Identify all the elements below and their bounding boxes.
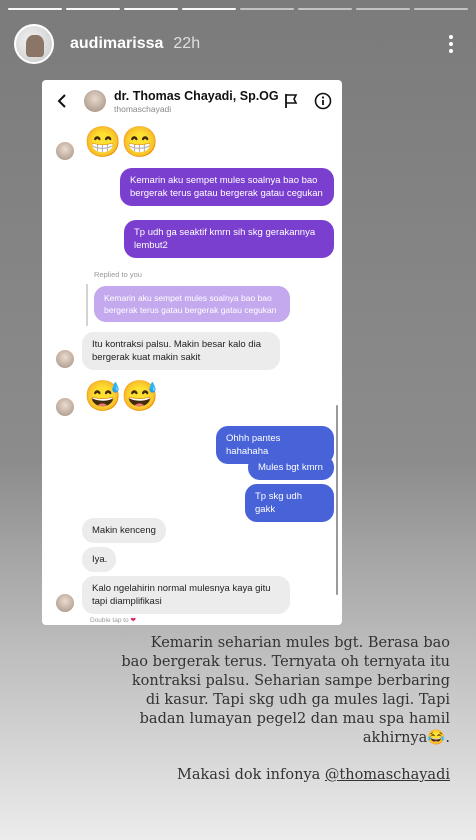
replied-label: Replied to you xyxy=(94,270,142,279)
story-time: 22h xyxy=(173,35,201,52)
more-icon[interactable] xyxy=(440,29,462,59)
incoming-message[interactable]: Itu kontraksi palsu. Makin besar kalo di… xyxy=(82,332,280,370)
caption-thanks: Makasi dok infonya @thomaschayadi xyxy=(120,766,450,785)
story-avatar[interactable] xyxy=(14,24,54,64)
contact-info[interactable]: dr. Thomas Chayadi, Sp.OG thomaschayadi xyxy=(114,89,279,114)
emoji-message[interactable]: 😅😅 xyxy=(84,382,159,412)
incoming-message[interactable]: Iya. xyxy=(82,547,116,572)
story-progress-segment xyxy=(414,8,468,10)
double-tap-hint: Double tap to ❤ xyxy=(90,616,136,624)
caption-thanks-text: Makasi dok infonya xyxy=(177,767,325,783)
incoming-message[interactable]: Makin kenceng xyxy=(82,518,166,543)
contact-name: dr. Thomas Chayadi, Sp.OG xyxy=(114,88,279,103)
contact-handle: thomaschayadi xyxy=(114,103,172,114)
chat-topbar: dr. Thomas Chayadi, Sp.OG thomaschayadi xyxy=(42,80,342,122)
story-header: audimarissa 22h xyxy=(14,22,462,66)
heart-icon: ❤ xyxy=(130,617,136,624)
story-username[interactable]: audimarissa xyxy=(70,35,163,53)
contact-mini-avatar xyxy=(56,350,74,368)
dm-screenshot: dr. Thomas Chayadi, Sp.OG thomaschayadi … xyxy=(42,80,342,625)
contact-mini-avatar xyxy=(56,142,74,160)
back-arrow-icon[interactable] xyxy=(52,91,72,111)
outgoing-message[interactable]: Mules bgt kmrn xyxy=(248,455,334,480)
flag-icon[interactable] xyxy=(282,92,300,110)
mention-link[interactable]: @thomaschayadi xyxy=(325,767,450,783)
info-icon[interactable] xyxy=(314,92,332,110)
story-progress-segment xyxy=(66,8,120,10)
scrollbar[interactable] xyxy=(336,405,338,595)
story-progress-segment xyxy=(124,8,178,10)
story-progress-segment xyxy=(298,8,352,10)
caption-body: Kemarin seharian mules bgt. Berasa bao b… xyxy=(121,635,450,746)
story-progress-segment xyxy=(8,8,62,10)
story-progress-segment xyxy=(240,8,294,10)
story-caption: Kemarin seharian mules bgt. Berasa bao b… xyxy=(120,634,450,785)
emoji-message[interactable]: 😁😁 xyxy=(84,128,159,158)
outgoing-message[interactable]: Tp udh ga seaktif kmrn sih skg gerakanny… xyxy=(124,220,334,258)
story-progress xyxy=(8,8,468,10)
incoming-message[interactable]: Kalo ngelahirin normal mulesnya kaya git… xyxy=(82,576,290,614)
contact-mini-avatar xyxy=(56,398,74,416)
story-progress-segment xyxy=(356,8,410,10)
outgoing-message[interactable]: Kemarin aku sempet mules soalnya bao bao… xyxy=(120,168,334,206)
quoted-message[interactable]: Kemarin aku sempet mules soalnya bao bao… xyxy=(94,286,290,322)
quote-bar xyxy=(86,284,88,326)
contact-avatar[interactable] xyxy=(84,90,106,112)
story-progress-segment xyxy=(182,8,236,10)
contact-mini-avatar xyxy=(56,594,74,612)
double-tap-text: Double tap to xyxy=(90,617,129,624)
outgoing-message[interactable]: Tp skg udh gakk xyxy=(245,484,334,522)
